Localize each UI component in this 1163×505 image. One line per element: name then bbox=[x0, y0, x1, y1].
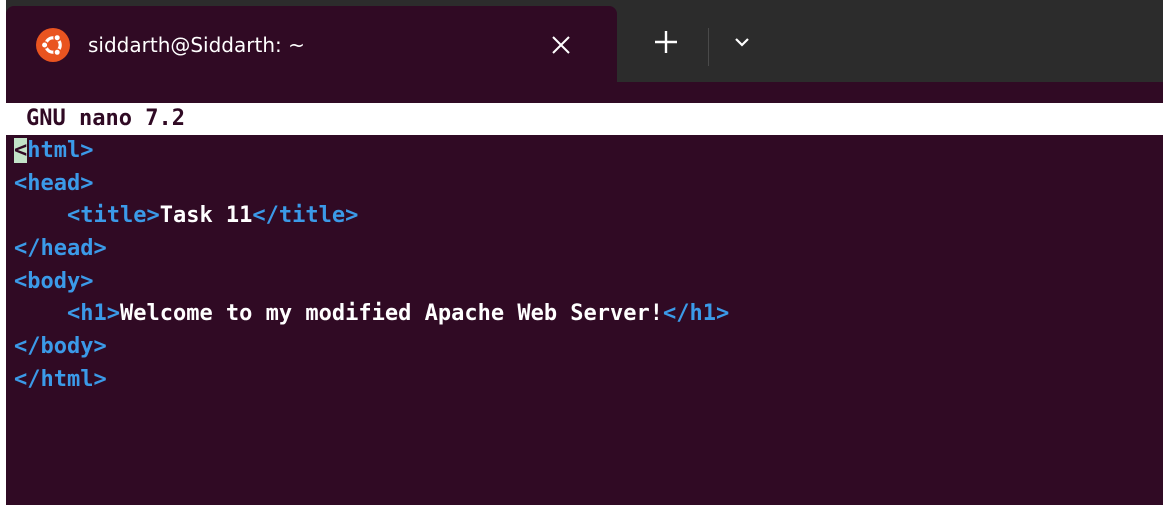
code-tag: html> bbox=[27, 138, 94, 163]
nano-version-label: GNU nano 7.2 bbox=[26, 106, 185, 131]
text-cursor: < bbox=[14, 138, 28, 163]
tab-title: siddarth@Siddarth: ~ bbox=[88, 33, 305, 57]
tab-bar: siddarth@Siddarth: ~ bbox=[6, 0, 1163, 82]
new-tab-button[interactable] bbox=[646, 22, 686, 62]
chevron-down-icon bbox=[735, 38, 749, 47]
close-tab-button[interactable] bbox=[544, 28, 578, 62]
tab-menu-button[interactable] bbox=[724, 24, 760, 60]
code-tag: <body> bbox=[14, 268, 94, 294]
code-line: <title>Task 11</title> bbox=[14, 200, 1154, 233]
code-tag: </body> bbox=[14, 334, 107, 360]
code-tag: </head> bbox=[14, 236, 107, 262]
terminal-content[interactable]: GNU nano 7.2 <html> <head> <title>Task 1… bbox=[6, 82, 1163, 505]
code-tag: <title> bbox=[66, 203, 160, 229]
code-line: <html> bbox=[14, 135, 1154, 168]
code-tag: <head> bbox=[14, 170, 94, 196]
plus-icon bbox=[655, 31, 677, 53]
tab-divider bbox=[708, 28, 709, 66]
code-tag: </h1> bbox=[663, 301, 730, 327]
code-line: </body> bbox=[14, 331, 1154, 364]
close-icon bbox=[552, 36, 570, 54]
terminal-tab[interactable]: siddarth@Siddarth: ~ bbox=[6, 6, 617, 82]
code-line: </html> bbox=[14, 364, 1154, 397]
code-tag: </title> bbox=[252, 203, 359, 229]
code-line: </head> bbox=[14, 233, 1154, 266]
code-line: <head> bbox=[14, 168, 1154, 201]
nano-editor[interactable]: <html> <head> <title>Task 11</title> </h… bbox=[14, 135, 1154, 397]
terminal-window: siddarth@Siddarth: ~ GNU nano 7.2 <html>… bbox=[6, 0, 1163, 505]
nano-title-bar: GNU nano 7.2 bbox=[6, 103, 1163, 135]
ubuntu-logo-icon bbox=[36, 28, 70, 62]
code-line: <h1>Welcome to my modified Apache Web Se… bbox=[14, 298, 1154, 331]
code-text: Welcome to my modified Apache Web Server… bbox=[119, 301, 664, 327]
code-line: <body> bbox=[14, 266, 1154, 299]
code-tag: </html> bbox=[14, 366, 107, 392]
code-tag: <h1> bbox=[66, 301, 120, 327]
code-text: Task 11 bbox=[159, 203, 253, 229]
